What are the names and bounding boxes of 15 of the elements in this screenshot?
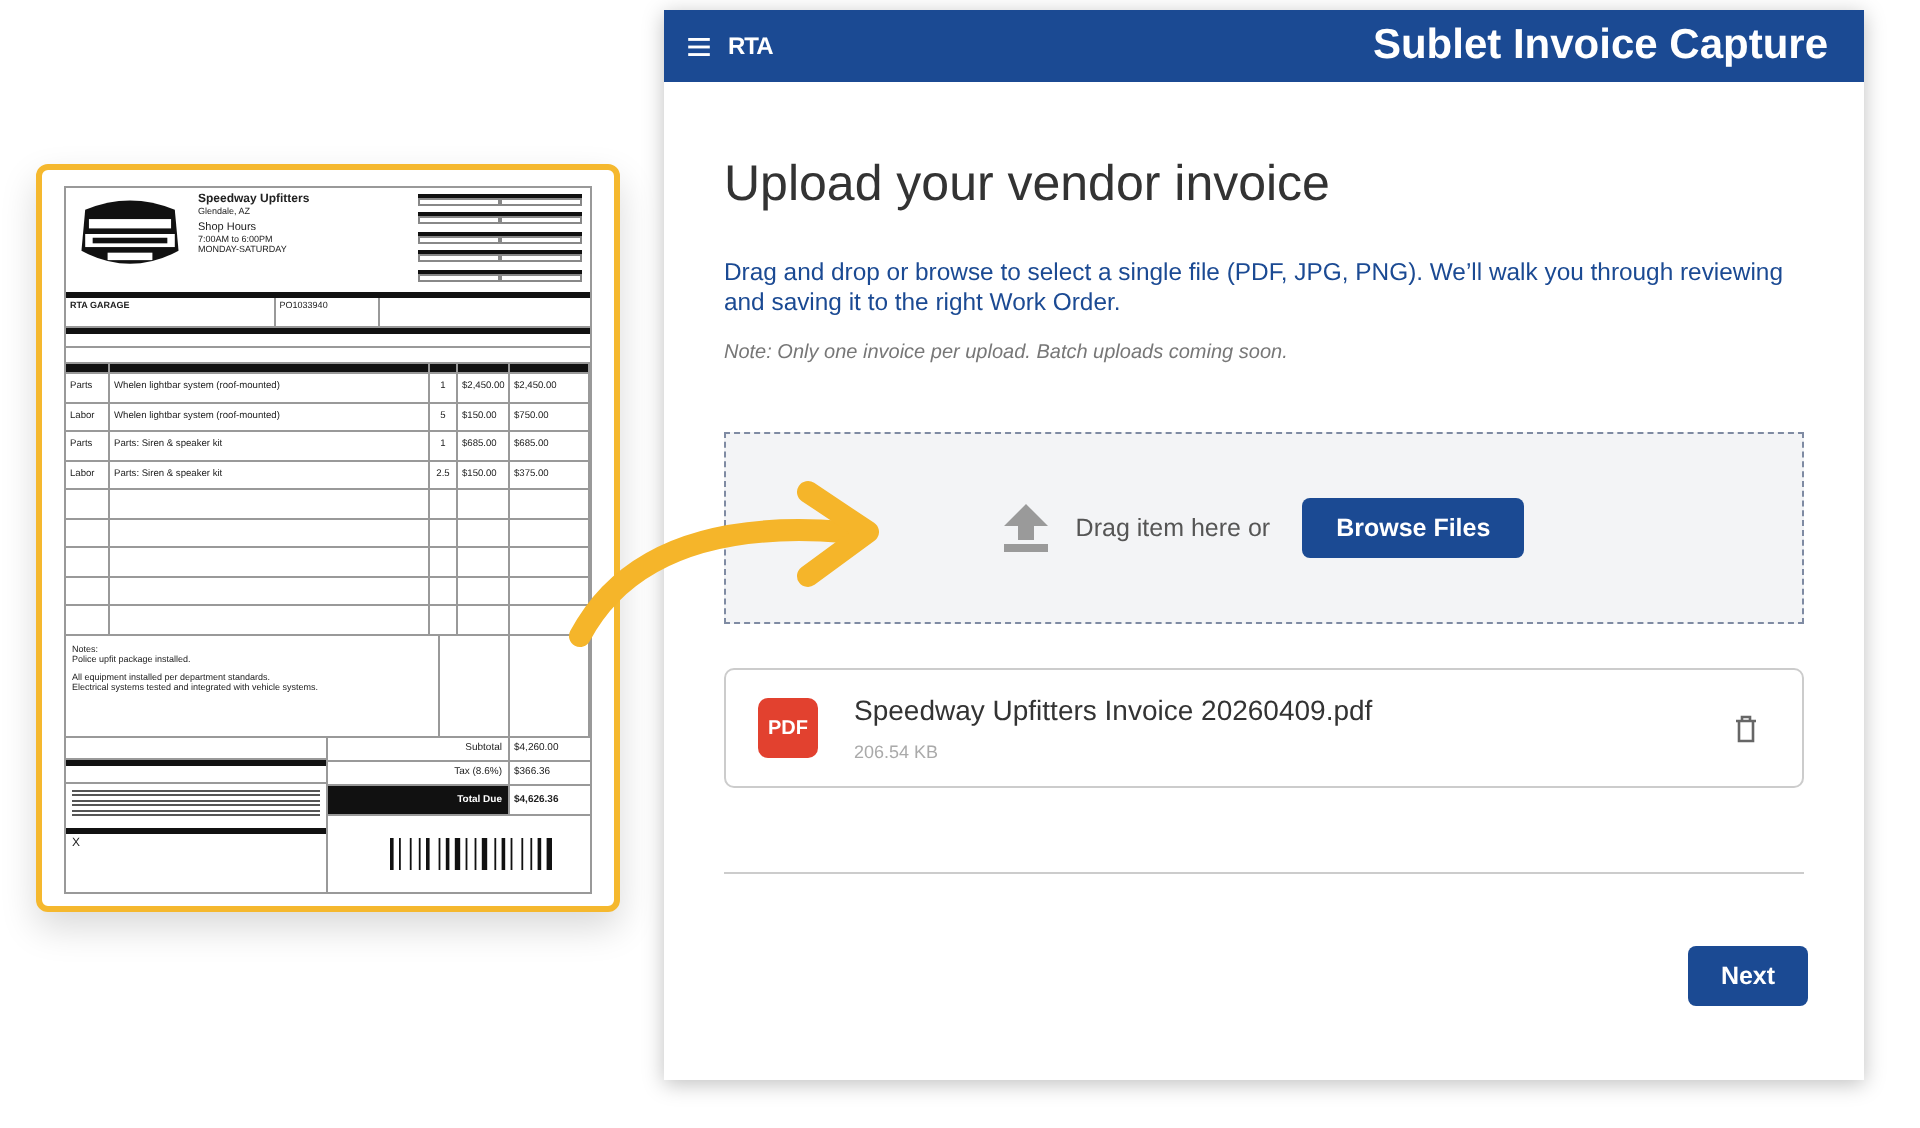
- file-name: Speedway Upfitters Invoice 20260409.pdf: [854, 694, 1375, 726]
- browse-files-button[interactable]: Browse Files: [1302, 498, 1525, 558]
- upload-icon: [1003, 504, 1048, 552]
- note-text: Note: Only one invoice per upload. Batch uploads coming soon.: [724, 342, 1290, 364]
- file-size: 206.54 KB: [854, 742, 941, 762]
- app-title: Sublet Invoice Capture: [1372, 22, 1828, 70]
- page-heading: Upload your vendor invoice: [724, 156, 1332, 214]
- trash-icon[interactable]: [1734, 713, 1758, 743]
- drop-zone-text: Drag item here or: [1075, 514, 1271, 542]
- description-text: Drag and drop or browse to select a single file (PDF, JPG, PNG). We’ll walk you through reviewing and saving it to the right Work Order.: [724, 258, 1785, 318]
- next-button[interactable]: Next: [1688, 946, 1808, 1006]
- drop-zone[interactable]: Drag item here or Browse Files: [724, 432, 1804, 624]
- pdf-badge: PDF: [758, 698, 818, 758]
- menu-icon[interactable]: [688, 37, 710, 55]
- brand-logo[interactable]: RTA: [728, 32, 773, 60]
